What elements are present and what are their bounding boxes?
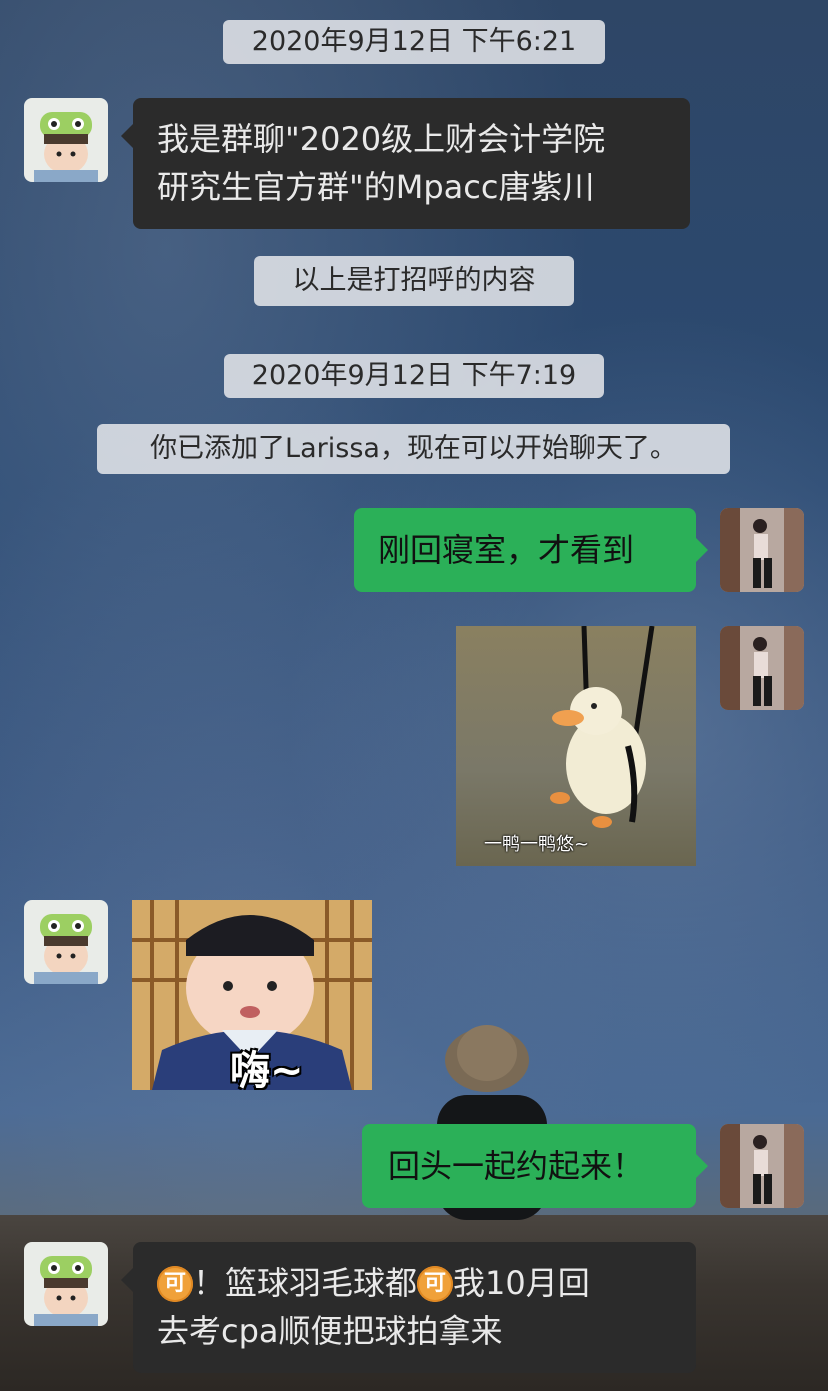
message-text-line: 可！篮球羽毛球都可我10月回 [157,1259,696,1307]
message-bubble-basketball[interactable]: 可！篮球羽毛球都可我10月回 去考cpa顺便把球拍拿来 [121,1242,696,1373]
contact-avatar[interactable] [24,900,108,984]
duck-sticker-image[interactable]: 一鸭一鸭悠~ [456,626,696,866]
cartoon-child-avatar-icon [24,98,108,182]
self-avatar[interactable] [720,508,804,592]
message-text: 研究生官方群"的Mpacc唐紫川 [157,168,595,206]
self-avatar[interactable] [720,626,804,710]
message-text: 我是群聊"2020级上财会计学院 [157,120,606,158]
self-avatar[interactable] [720,1124,804,1208]
message-bubble-self[interactable]: 回头一起约起来！ [362,1124,708,1208]
timestamp-pill: 2020年9月12日 下午7:19 [224,354,604,398]
person-photo-avatar-icon [720,1124,804,1208]
message-text: 我10月回 [453,1264,590,1302]
child-wave-sticker-image[interactable]: 嗨~ [132,900,372,1090]
message-text: 回头一起约起来！ [388,1147,645,1185]
person-photo-avatar-icon [720,626,804,710]
message-text: 去考cpa顺便把球拍拿来 [157,1312,503,1350]
cartoon-child-avatar-icon [24,900,108,984]
cartoon-child-avatar-icon [24,1242,108,1326]
ke-emoji-icon: 可 [157,1266,193,1302]
sticker-caption: 嗨~ [230,1048,304,1090]
system-notice: 你已添加了Larissa，现在可以开始聊天了。 [97,424,730,474]
contact-avatar[interactable] [24,98,108,182]
message-text: ！篮球羽毛球都 [193,1264,418,1302]
message-bubble-self[interactable]: 刚回寝室，才看到 [354,508,708,592]
sticker-caption: 一鸭一鸭悠~ [484,834,590,855]
message-bubble-greeting[interactable]: 我是群聊"2020级上财会计学院 研究生官方群"的Mpacc唐紫川 [121,98,690,229]
contact-avatar[interactable] [24,1242,108,1326]
ke-emoji-icon: 可 [417,1266,454,1302]
person-photo-avatar-icon [720,508,804,592]
message-text: 刚回寝室，才看到 [378,531,635,569]
timestamp-pill: 2020年9月12日 下午6:21 [223,20,605,64]
system-notice: 以上是打招呼的内容 [254,256,574,306]
